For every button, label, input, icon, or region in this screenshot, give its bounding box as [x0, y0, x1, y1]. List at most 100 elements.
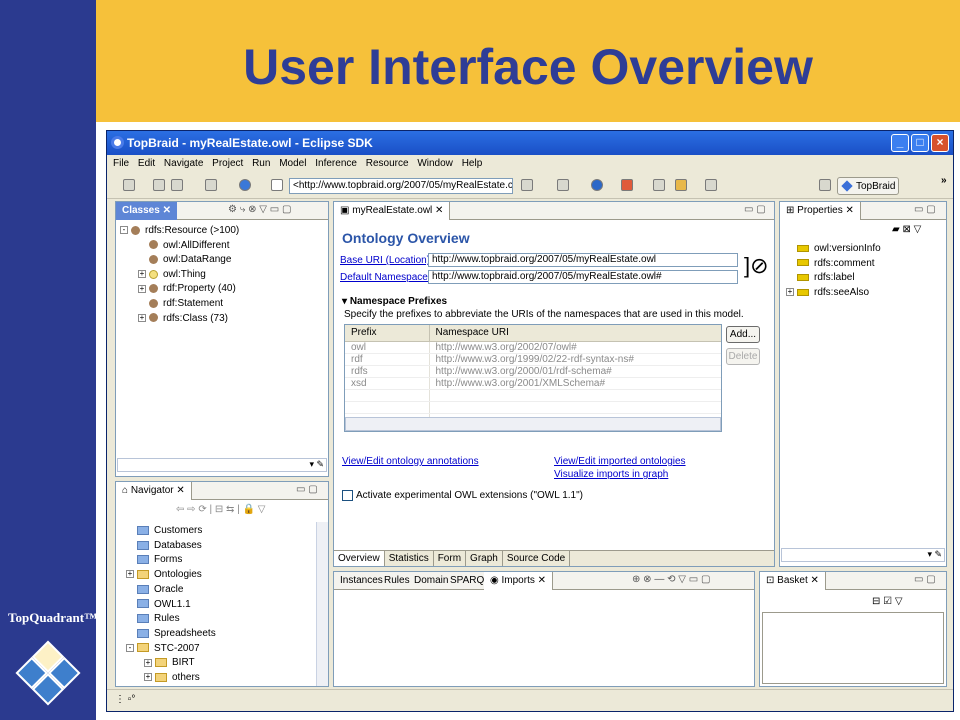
tree-row[interactable]: owl:versionInfo [786, 242, 881, 256]
imports-toolbar-icons[interactable]: ⊕ ⊗ — ⟲ ▽ ▭ ▢ [632, 574, 710, 585]
tree-row[interactable]: Oracle [126, 583, 183, 597]
tab-form[interactable]: Form [434, 551, 467, 566]
tab-classes[interactable]: Classes ✕ [116, 202, 177, 220]
tree-row[interactable]: Databases [126, 539, 202, 553]
tree-row[interactable]: + others [144, 671, 200, 685]
tab-editor-file[interactable]: ▣ myRealEstate.owl ✕ [334, 202, 451, 220]
tree-row[interactable]: owl:AllDifferent [138, 239, 230, 253]
expander-icon[interactable]: - [126, 643, 134, 652]
open-perspective-icon[interactable] [819, 179, 831, 191]
edit-annotations-link[interactable]: View/Edit ontology annotations [342, 456, 479, 467]
default-namespace-link[interactable]: Default Namespace: [340, 272, 431, 283]
import-icon[interactable] [557, 179, 569, 191]
visualize-imports-link[interactable]: Visualize imports in graph [554, 469, 668, 480]
base-uri-field[interactable]: http://www.topbraid.org/2007/05/myRealEs… [428, 253, 738, 267]
tab-source-code[interactable]: Source Code [503, 551, 571, 566]
more-icon[interactable]: » [941, 175, 947, 186]
tab-statistics[interactable]: Statistics [385, 551, 434, 566]
table-row[interactable]: xsd http://www.w3.org/2001/XMLSchema# [345, 377, 721, 390]
classes-dropdown-icon[interactable]: ▾ ✎ [309, 459, 324, 470]
table-row[interactable]: owl http://www.w3.org/2002/07/owl# [345, 341, 721, 354]
tree-row[interactable]: rdf:Statement [138, 297, 223, 311]
tab-graph[interactable]: Graph [466, 551, 503, 566]
delete-namespace-button[interactable]: Delete [726, 348, 760, 365]
minimize-button[interactable]: _ [891, 134, 909, 152]
menu-inference[interactable]: Inference [315, 158, 357, 169]
tree-row[interactable]: + rdf:Property (40) [138, 282, 236, 296]
column-header[interactable]: Namespace URI [429, 325, 721, 342]
menu-run[interactable]: Run [252, 158, 270, 169]
navigator-scrollbar[interactable] [316, 522, 328, 686]
navigator-min-max[interactable]: ▭ ▢ [296, 484, 318, 495]
owl11-checkbox[interactable] [342, 490, 353, 501]
forward-arrow-icon[interactable] [705, 179, 717, 191]
window-titlebar[interactable]: TopBraid - myRealEstate.owl - Eclipse SD… [107, 131, 953, 155]
tree-row[interactable]: + rdfs:Class (73) [138, 312, 228, 326]
tab-navigator[interactable]: ⌂ Navigator ✕ [116, 482, 192, 500]
tree-row[interactable]: Customers [126, 524, 202, 538]
basket-toolbar-icons[interactable]: ⊟ ☑ ▽ [872, 596, 903, 607]
maximize-button[interactable]: □ [911, 134, 929, 152]
save-icon[interactable] [153, 179, 165, 191]
expander-icon[interactable]: + [786, 288, 794, 297]
tree-row[interactable]: + owl:Thing [138, 268, 206, 282]
tree-row[interactable]: rdfs:label [786, 271, 855, 285]
base-uri-link[interactable]: Base URI (Location): [340, 255, 433, 266]
tree-row[interactable]: + BIRT [144, 656, 195, 670]
tab-basket[interactable]: ⊡ Basket ✕ [760, 572, 826, 590]
run-icon[interactable] [591, 179, 603, 191]
globe-icon[interactable] [239, 179, 251, 191]
editor-min-max[interactable]: ▭ ▢ [744, 204, 766, 215]
perspective-topbraid[interactable]: TopBraid [837, 177, 899, 195]
tree-row[interactable]: + Ontologies [126, 568, 202, 582]
expander-icon[interactable]: + [144, 673, 152, 682]
url-field[interactable]: <http://www.topbraid.org/2007/05/myRealE… [289, 178, 513, 194]
open-type-icon[interactable] [205, 179, 217, 191]
add-namespace-button[interactable]: Add... [726, 326, 760, 343]
basket-list[interactable] [762, 612, 944, 684]
menu-project[interactable]: Project [212, 158, 243, 169]
share-icon[interactable] [271, 179, 283, 191]
tree-row[interactable]: + rdfs:seeAlso [786, 286, 869, 300]
expander-icon[interactable]: + [138, 270, 146, 279]
home-icon[interactable] [521, 179, 533, 191]
namespace-prefixes-section[interactable]: ▾ Namespace Prefixes [342, 296, 447, 307]
menu-help[interactable]: Help [462, 158, 483, 169]
tree-row[interactable]: Spreadsheets [126, 627, 216, 641]
back-arrow-icon[interactable] [675, 179, 687, 191]
table-row[interactable]: rdf http://www.w3.org/1999/02/22-rdf-synt… [345, 353, 721, 366]
tab-imports[interactable]: ◉ Imports ✕ [484, 572, 554, 590]
tree-row[interactable]: Forms [126, 553, 182, 567]
expander-icon[interactable]: + [138, 284, 146, 293]
menu-file[interactable]: File [113, 158, 129, 169]
link-namespace-icon[interactable]: ]⊘ [744, 254, 769, 278]
tree-row[interactable]: Rules [126, 612, 180, 626]
table-row[interactable]: rdfs http://www.w3.org/2000/01/rdf-schema… [345, 365, 721, 378]
classes-toolbar-icons[interactable]: ⚙ ⤷ ⊗ ▽ ▭ ▢ [228, 204, 291, 215]
menu-window[interactable]: Window [417, 158, 453, 169]
tree-row[interactable]: - STC-2007 [126, 642, 200, 656]
expander-icon[interactable]: + [138, 313, 146, 322]
namespace-table[interactable]: Prefix Namespace URI owl http://www.w3.org/… [345, 325, 721, 426]
basket-min-max[interactable]: ▭ ▢ [914, 574, 936, 585]
tree-row[interactable]: OWL1.1 [126, 598, 191, 612]
column-header[interactable]: Prefix [345, 325, 430, 342]
namespace-table-scrollbar[interactable] [345, 417, 721, 431]
expander-icon[interactable]: - [120, 226, 128, 235]
close-button[interactable]: × [931, 134, 949, 152]
print-icon[interactable] [171, 179, 183, 191]
tab-overview[interactable]: Overview [334, 551, 385, 566]
edit-imports-link[interactable]: View/Edit imported ontologies [554, 456, 686, 467]
menu-model[interactable]: Model [279, 158, 306, 169]
menu-resource[interactable]: Resource [366, 158, 409, 169]
new-icon[interactable] [123, 179, 135, 191]
properties-min-max[interactable]: ▭ ▢ [914, 204, 936, 215]
navigator-toolbar-icons[interactable]: ⇦ ⇨ ⟳ | ⊟ ⇆ | 🔒 ▽ [176, 504, 265, 515]
back-icon[interactable] [653, 179, 665, 191]
menu-navigate[interactable]: Navigate [164, 158, 203, 169]
expander-icon[interactable]: + [144, 658, 152, 667]
default-namespace-field[interactable]: http://www.topbraid.org/2007/05/myRealEs… [428, 270, 738, 284]
menu-edit[interactable]: Edit [138, 158, 155, 169]
properties-toolbar-icons[interactable]: ▰ ⊠ ▽ [892, 224, 921, 235]
stop-icon[interactable] [621, 179, 633, 191]
